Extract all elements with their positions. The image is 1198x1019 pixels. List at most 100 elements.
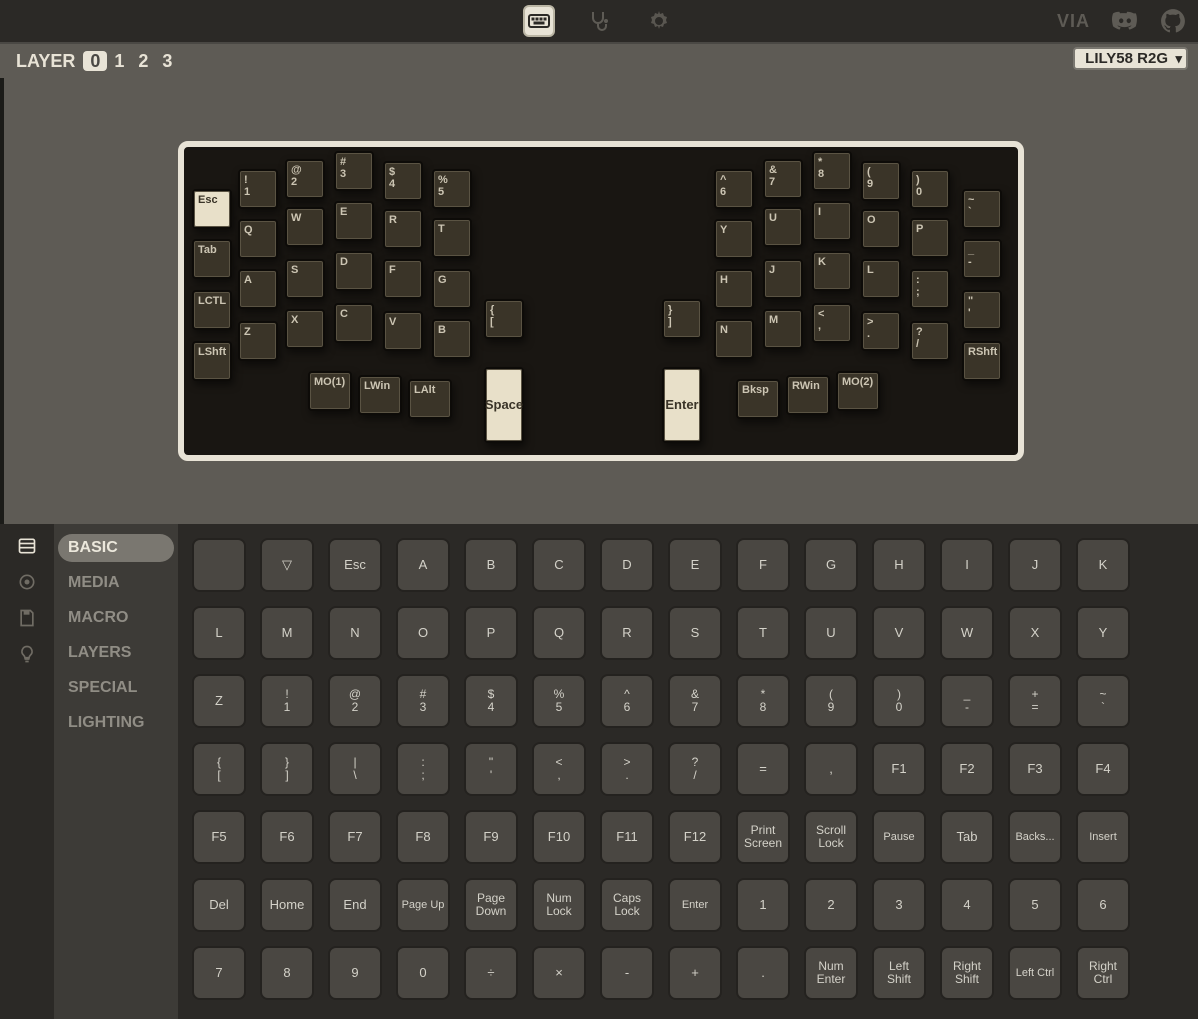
keycode-button[interactable]: 3 [872,878,926,932]
keycode-button[interactable]: LeftShift [872,946,926,1000]
preview-key[interactable]: ?/ [910,321,950,361]
preview-key[interactable]: F [383,259,423,299]
preview-key[interactable]: LCTL [192,290,232,330]
keycode-button[interactable]: F7 [328,810,382,864]
keycode-button[interactable]: 7 [192,946,246,1000]
preview-key[interactable]: LShft [192,341,232,381]
keycode-button[interactable]: = [736,742,790,796]
preview-key[interactable]: Enter [662,367,702,443]
keycode-button[interactable]: , [804,742,858,796]
keycode-button[interactable]: Page Up [396,878,450,932]
preview-key[interactable]: S [285,259,325,299]
preview-key[interactable]: *8 [812,151,852,191]
keycode-button[interactable]: PageDown [464,878,518,932]
preview-key[interactable]: V [383,311,423,351]
preview-key[interactable]: !1 [238,169,278,209]
keycode-button[interactable]: W [940,606,994,660]
preview-key[interactable]: H [714,269,754,309]
keycode-button[interactable]: C [532,538,586,592]
preview-key[interactable]: {[ [484,299,524,339]
keycode-button[interactable]: _- [940,674,994,728]
device-selector[interactable]: LILY58 R2G [1073,47,1188,70]
keycode-button[interactable]: End [328,878,382,932]
preview-key[interactable]: (9 [861,161,901,201]
keycode-button[interactable]: ^6 [600,674,654,728]
preview-key[interactable]: }] [662,299,702,339]
keycode-button[interactable]: F8 [396,810,450,864]
keycode-button[interactable]: ScrollLock [804,810,858,864]
keycode-button[interactable]: Del [192,878,246,932]
keycode-button[interactable]: F2 [940,742,994,796]
keycode-button[interactable]: 0 [396,946,450,1000]
keycode-button[interactable]: X [1008,606,1062,660]
keycode-button[interactable]: F3 [1008,742,1062,796]
keycode-button[interactable]: F [736,538,790,592]
keycode-button[interactable]: }] [260,742,314,796]
keycode-button[interactable]: @2 [328,674,382,728]
preview-key[interactable]: Bksp [736,379,780,419]
keycode-button[interactable]: CapsLock [600,878,654,932]
keycode-button[interactable]: 2 [804,878,858,932]
preview-key[interactable]: E [334,201,374,241]
preview-key[interactable]: Z [238,321,278,361]
keycode-button[interactable]: 8 [260,946,314,1000]
preview-key[interactable]: N [714,319,754,359]
keycode-button[interactable]: PrintScreen [736,810,790,864]
keycode-button[interactable]: ÷ [464,946,518,1000]
keycode-button[interactable]: B [464,538,518,592]
keycode-button[interactable]: L [192,606,246,660]
keycode-button[interactable]: + [668,946,722,1000]
preview-key[interactable]: R [383,209,423,249]
keycode-button[interactable]: I [940,538,994,592]
keycode-button[interactable]: ~` [1076,674,1130,728]
keycode-button[interactable]: |\ [328,742,382,796]
preview-key[interactable]: #3 [334,151,374,191]
keycode-button[interactable]: Enter [668,878,722,932]
keycode-button[interactable]: #3 [396,674,450,728]
keycode-button[interactable]: "' [464,742,518,796]
keycode-button[interactable]: 9 [328,946,382,1000]
keycode-button[interactable]: NumEnter [804,946,858,1000]
preview-key[interactable]: B [432,319,472,359]
preview-key[interactable]: G [432,269,472,309]
keycode-button[interactable]: J [1008,538,1062,592]
layer-button-2[interactable]: 2 [131,51,155,71]
github-icon[interactable] [1160,8,1186,34]
preview-key[interactable]: U [763,207,803,247]
keycode-button[interactable]: N [328,606,382,660]
preview-key[interactable]: MO(1) [308,371,352,411]
preview-key[interactable]: T [432,218,472,258]
preview-key[interactable]: <, [812,303,852,343]
preview-key[interactable]: W [285,207,325,247]
keycode-button[interactable]: U [804,606,858,660]
preview-key[interactable]: Y [714,219,754,259]
keycode-button[interactable]: F1 [872,742,926,796]
preview-key[interactable]: %5 [432,169,472,209]
keycode-button[interactable]: {[ [192,742,246,796]
keycode-button[interactable]: × [532,946,586,1000]
layer-button-0[interactable]: 0 [83,51,107,71]
keycode-button[interactable]: F6 [260,810,314,864]
keycode-button[interactable]: D [600,538,654,592]
keycode-button[interactable]: )0 [872,674,926,728]
settings-tab[interactable] [643,5,675,37]
category-lighting[interactable]: LIGHTING [58,709,174,737]
preview-key[interactable]: _- [962,239,1002,279]
keycode-button[interactable]: (9 [804,674,858,728]
keycode-button[interactable]: R [600,606,654,660]
keycode-button[interactable]: F5 [192,810,246,864]
keycode-button[interactable]: Q [532,606,586,660]
keycode-button[interactable]: &7 [668,674,722,728]
preview-key[interactable]: O [861,209,901,249]
keycode-button[interactable]: <, [532,742,586,796]
keycode-button[interactable]: O [396,606,450,660]
preview-key[interactable]: X [285,309,325,349]
keycode-button[interactable]: - [600,946,654,1000]
keycode-button[interactable]: Backs... [1008,810,1062,864]
keycode-button[interactable]: M [260,606,314,660]
keycode-button[interactable]: E [668,538,722,592]
keycode-button[interactable]: !1 [260,674,314,728]
keycode-button[interactable]: RightCtrl [1076,946,1130,1000]
keycode-button[interactable] [192,538,246,592]
keycode-button[interactable]: Pause [872,810,926,864]
